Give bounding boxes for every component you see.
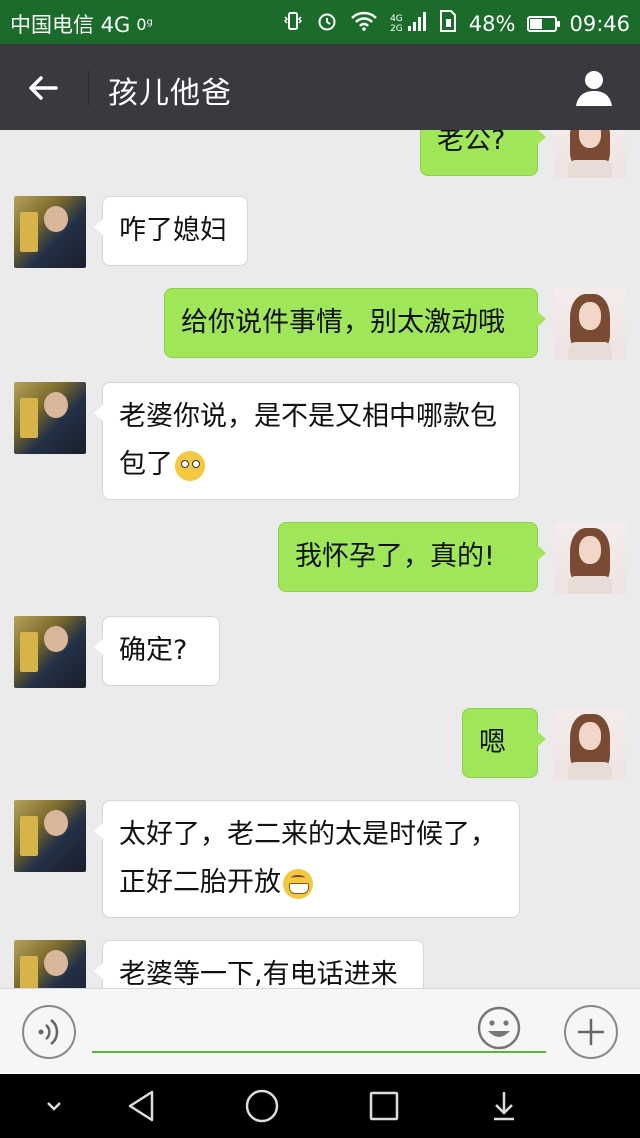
- back-nav-button[interactable]: [122, 1086, 162, 1126]
- message-row: 我怀孕了，真的!: [0, 522, 640, 594]
- sim-icon: [439, 9, 457, 38]
- message-text: 确定?: [119, 635, 188, 666]
- message-text: 给你说件事情，别太激动哦: [181, 307, 505, 338]
- back-button[interactable]: [22, 66, 66, 110]
- voice-button[interactable]: [22, 1005, 76, 1059]
- network-type: 4G 2G: [390, 14, 403, 34]
- shocked-emoji-icon: [175, 450, 205, 481]
- message-text: 老婆等一下,有电话进来: [119, 959, 398, 988]
- message-row: 老婆等一下,有电话进来: [0, 940, 640, 988]
- husband-avatar[interactable]: [14, 382, 86, 454]
- message-text: 老公?: [437, 130, 506, 156]
- emoji-button[interactable]: [476, 1005, 522, 1051]
- battery-icon: [527, 15, 561, 32]
- incoming-message-bubble[interactable]: 咋了媳妇: [94, 196, 248, 266]
- message-row: 给你说件事情，别太激动哦: [0, 288, 640, 360]
- vibrate-icon: [282, 10, 304, 37]
- collapse-nav-button[interactable]: [34, 1086, 74, 1126]
- status-bar: 中国电信 4G 0ᵍ 4G 2G 48% 09:46: [0, 0, 640, 44]
- alarm-icon: [316, 10, 338, 37]
- outgoing-message-bubble[interactable]: 老公?: [420, 130, 546, 176]
- husband-avatar[interactable]: [14, 800, 86, 872]
- outgoing-message-bubble[interactable]: 嗯: [462, 708, 546, 778]
- message-row: 确定?: [0, 616, 640, 688]
- grinning-emoji-icon: [283, 868, 313, 899]
- plus-icon: [578, 1019, 604, 1045]
- recents-square-icon: [369, 1091, 399, 1121]
- message-row: 老婆你说，是不是又相中哪款包包了: [0, 382, 640, 502]
- contact-info-button[interactable]: [572, 66, 616, 110]
- home-circle-icon: [245, 1089, 279, 1123]
- more-actions-button[interactable]: [564, 1005, 618, 1059]
- home-nav-button[interactable]: [242, 1086, 282, 1126]
- signal-icon: [407, 10, 427, 37]
- back-arrow-icon: [29, 76, 58, 100]
- incoming-message-bubble[interactable]: 老婆等一下,有电话进来: [94, 940, 424, 988]
- incoming-message-bubble[interactable]: 老婆你说，是不是又相中哪款包包了: [94, 382, 520, 500]
- emoji-icon: [477, 1006, 521, 1050]
- voice-icon: [38, 1019, 59, 1045]
- message-row: 嗯: [0, 708, 640, 780]
- wife-avatar[interactable]: [554, 130, 626, 178]
- chat-title: 孩儿他爸: [108, 76, 232, 111]
- message-row: 咋了媳妇: [0, 196, 640, 268]
- header-divider: [88, 70, 89, 106]
- incoming-message-bubble[interactable]: 确定?: [94, 616, 220, 686]
- chat-header: 孩儿他爸: [0, 44, 640, 130]
- husband-avatar[interactable]: [14, 940, 86, 988]
- net-bottom-label: 2G: [390, 23, 403, 34]
- husband-avatar[interactable]: [14, 196, 86, 268]
- recents-nav-button[interactable]: [364, 1086, 404, 1126]
- message-text: 嗯: [479, 727, 506, 758]
- notification-nav-button[interactable]: [484, 1086, 524, 1126]
- system-nav-bar: [0, 1074, 640, 1138]
- contact-person-icon: [576, 71, 612, 106]
- collapse-icon: [47, 1102, 61, 1111]
- message-list[interactable]: 老公? 咋了媳妇给你说件事情，别太激动哦老婆你说，是不是又相中哪款包包了我怀孕了，…: [0, 130, 640, 988]
- outgoing-message-bubble[interactable]: 我怀孕了，真的!: [278, 522, 546, 592]
- net-top-label: 4G: [390, 13, 403, 24]
- carrier-label: 中国电信 4G: [10, 13, 131, 37]
- wife-avatar[interactable]: [554, 288, 626, 360]
- message-text: 我怀孕了，真的!: [295, 541, 495, 572]
- message-text: 咋了媳妇: [119, 215, 227, 246]
- hd-tag: 0ᵍ: [136, 14, 153, 34]
- message-row: 太好了，老二来的太是时候了，正好二胎开放: [0, 800, 640, 920]
- wife-avatar[interactable]: [554, 522, 626, 594]
- back-triangle-icon: [128, 1090, 154, 1122]
- battery-percent: 48%: [468, 11, 516, 36]
- notification-pull-icon: [494, 1092, 514, 1121]
- wifi-icon: [350, 10, 378, 37]
- message-row: 老公?: [0, 130, 640, 178]
- input-bar: [0, 988, 640, 1074]
- wife-avatar[interactable]: [554, 708, 626, 780]
- husband-avatar[interactable]: [14, 616, 86, 688]
- clock: 09:46: [569, 11, 630, 36]
- outgoing-message-bubble[interactable]: 给你说件事情，别太激动哦: [164, 288, 546, 358]
- incoming-message-bubble[interactable]: 太好了，老二来的太是时候了，正好二胎开放: [94, 800, 520, 918]
